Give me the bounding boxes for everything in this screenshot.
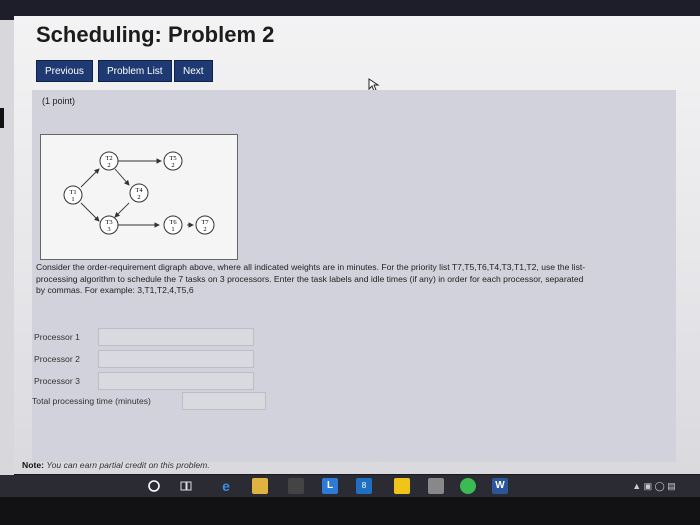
paint-icon[interactable] — [428, 478, 444, 494]
file-explorer-icon[interactable] — [252, 478, 268, 494]
note-label: Note: — [22, 460, 44, 470]
windows-taskbar: e L 8 W ▲ ▣ ◯ ▤ — [0, 475, 700, 497]
node-label: T4 — [135, 187, 143, 194]
lync-icon[interactable]: L — [322, 478, 338, 494]
system-tray-icons[interactable]: ▲ ▣ ◯ ▤ — [624, 478, 684, 494]
problem-text-line2: processing algorithm to schedule the 7 t… — [36, 273, 584, 284]
processor3-label: Processor 3 — [34, 376, 80, 386]
problem-area: (1 point) T1 1 T2 2 T3 3 T4 2 T5 2 T6 1 T7 2 — [32, 90, 676, 462]
browser-left-edge — [0, 20, 14, 475]
cortana-icon[interactable] — [146, 478, 162, 494]
node-label: T1 — [69, 189, 76, 196]
node-t2: T22 — [99, 151, 119, 171]
order-requirement-digraph: T1 1 T2 2 T3 3 T4 2 T5 2 T6 1 T7 2 — [40, 134, 238, 260]
node-label: T6 — [169, 219, 177, 226]
processor2-input[interactable] — [98, 350, 254, 368]
problem-text-line1: Consider the order-requirement digraph a… — [36, 262, 586, 272]
webwork-page: Scheduling: Problem 2 Previous Problem L… — [14, 16, 700, 474]
chrome-icon[interactable] — [460, 478, 476, 494]
problem-list-button[interactable]: Problem List — [98, 60, 172, 82]
node-label: T7 — [201, 219, 209, 226]
node-weight: 2 — [107, 162, 110, 169]
edge-t1-t3 — [80, 202, 100, 222]
screen-bottom-bezel — [0, 497, 700, 525]
node-t3: T33 — [99, 215, 119, 235]
window-edge-marker — [0, 108, 4, 128]
node-t4: T42 — [129, 183, 149, 203]
note-text: You can earn partial credit on this prob… — [46, 460, 210, 470]
points-label: (1 point) — [42, 96, 76, 106]
problem-statement: Consider the order-requirement digraph a… — [36, 262, 666, 297]
digraph-svg: T11T22T33T42T52T61T72 — [63, 151, 215, 235]
node-label: T3 — [105, 219, 112, 226]
node-t6: T61 — [163, 215, 183, 235]
problem-text-line3: by commas. For example: 3,T1,T2,4,T5,6 — [36, 285, 194, 295]
node-weight: 1 — [71, 196, 74, 203]
partial-credit-note: Note: You can earn partial credit on thi… — [22, 460, 210, 470]
node-weight: 3 — [107, 226, 110, 233]
task-view-icon[interactable] — [178, 478, 194, 494]
previous-button[interactable]: Previous — [36, 60, 93, 82]
node-weight: 2 — [203, 226, 206, 233]
processor1-label: Processor 1 — [34, 332, 80, 342]
page-title: Scheduling: Problem 2 — [36, 22, 275, 47]
node-weight: 2 — [171, 162, 174, 169]
next-button[interactable]: Next — [174, 60, 213, 82]
edge-t2-t4 — [114, 168, 130, 186]
edge-t4-t3 — [114, 202, 130, 218]
processor3-input[interactable] — [98, 372, 254, 390]
node-t5: T52 — [163, 151, 183, 171]
node-label: T5 — [169, 155, 176, 162]
node-t1: T11 — [63, 185, 83, 205]
calculator-icon[interactable] — [288, 478, 304, 494]
store-badge: 8 — [361, 481, 367, 490]
processor2-label: Processor 2 — [34, 354, 80, 364]
sticky-notes-icon[interactable] — [394, 478, 410, 494]
node-label: T2 — [105, 155, 112, 162]
total-time-label: Total processing time (minutes) — [32, 396, 151, 406]
node-weight: 1 — [171, 226, 174, 233]
edge-browser-icon[interactable]: e — [218, 478, 234, 494]
store-icon[interactable]: 8 — [356, 478, 372, 494]
edge-t1-t2 — [80, 168, 100, 188]
node-t7: T72 — [195, 215, 215, 235]
total-time-input[interactable] — [182, 392, 266, 410]
processor1-input[interactable] — [98, 328, 254, 346]
word-icon[interactable]: W — [492, 478, 508, 494]
node-weight: 2 — [137, 194, 140, 201]
